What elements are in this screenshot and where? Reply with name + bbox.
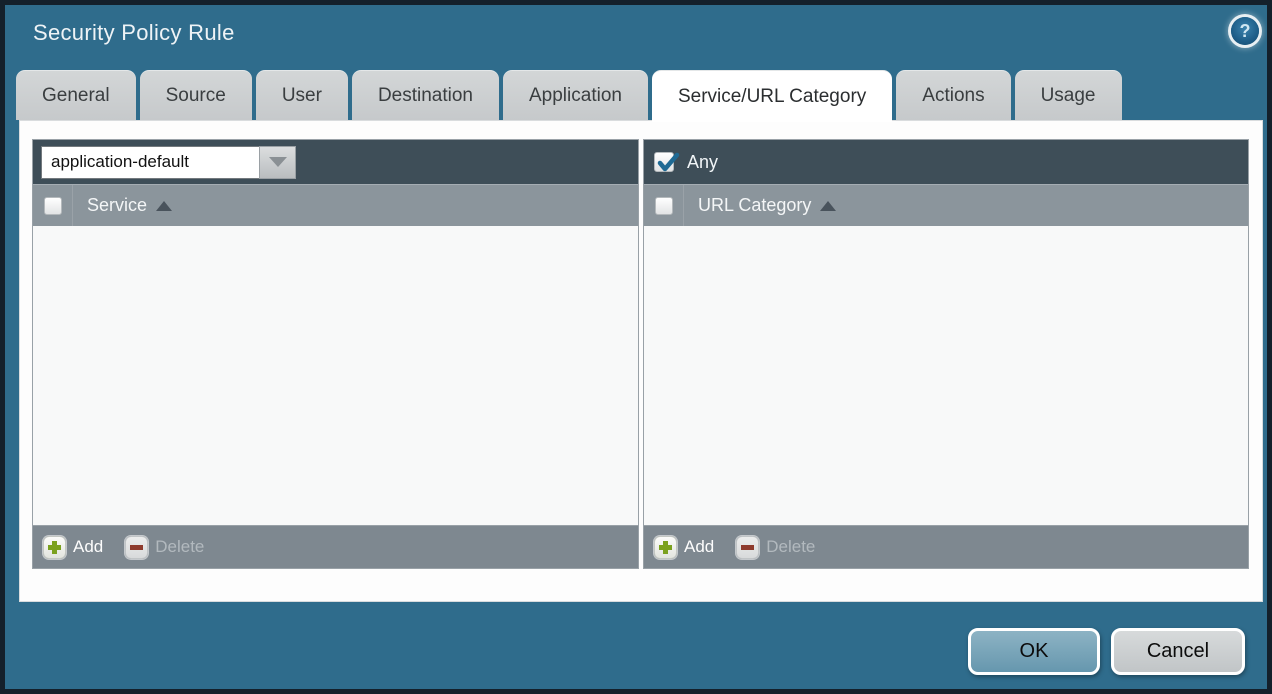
minus-icon xyxy=(125,536,148,559)
url-category-delete-button[interactable]: Delete xyxy=(736,536,815,559)
tab-bar: General Source User Destination Applicat… xyxy=(16,70,1122,120)
minus-icon xyxy=(736,536,759,559)
service-type-dropdown-button[interactable] xyxy=(259,146,296,179)
tab-label: Usage xyxy=(1041,85,1096,107)
tab-content-service-url-category: Service Add Delete xyxy=(19,120,1263,602)
add-label: Add xyxy=(684,537,714,557)
chevron-down-icon xyxy=(269,157,287,167)
sort-ascending-icon xyxy=(820,201,836,211)
delete-label: Delete xyxy=(155,537,204,557)
service-list[interactable] xyxy=(33,226,638,525)
tab-actions[interactable]: Actions xyxy=(896,70,1010,120)
service-delete-button[interactable]: Delete xyxy=(125,536,204,559)
url-category-add-button[interactable]: Add xyxy=(654,536,714,559)
tab-label: Destination xyxy=(378,85,473,107)
any-checkbox[interactable] xyxy=(654,152,674,172)
tab-service-url-category[interactable]: Service/URL Category xyxy=(652,70,892,122)
service-panel-footer: Add Delete xyxy=(33,525,638,568)
add-label: Add xyxy=(73,537,103,557)
tab-general[interactable]: General xyxy=(16,70,136,120)
service-type-dropdown xyxy=(41,146,296,179)
url-category-select-all-cell xyxy=(644,185,684,226)
plus-icon xyxy=(43,536,66,559)
any-label: Any xyxy=(687,152,718,173)
tab-label: General xyxy=(42,85,110,107)
service-panel-header xyxy=(33,140,638,184)
url-category-panel: Any URL Category Add xyxy=(643,139,1249,569)
help-icon-glyph: ? xyxy=(1240,21,1251,42)
tab-usage[interactable]: Usage xyxy=(1015,70,1122,120)
help-icon[interactable]: ? xyxy=(1231,17,1259,45)
tab-source[interactable]: Source xyxy=(140,70,252,120)
tab-destination[interactable]: Destination xyxy=(352,70,499,120)
tab-label: Source xyxy=(166,85,226,107)
service-column-header[interactable]: Service xyxy=(73,185,172,226)
service-column-header-row: Service xyxy=(33,184,638,226)
plus-icon xyxy=(654,536,677,559)
dialog-title: Security Policy Rule xyxy=(33,20,235,46)
checkmark-icon xyxy=(656,152,680,176)
any-row: Any xyxy=(654,152,718,173)
url-category-list[interactable] xyxy=(644,226,1248,525)
tab-label: Application xyxy=(529,85,622,107)
service-column-label: Service xyxy=(87,195,147,216)
url-category-column-header[interactable]: URL Category xyxy=(684,185,836,226)
url-category-panel-footer: Add Delete xyxy=(644,525,1248,568)
service-panel: Service Add Delete xyxy=(32,139,639,569)
service-select-all-checkbox[interactable] xyxy=(44,197,62,215)
url-category-column-header-row: URL Category xyxy=(644,184,1248,226)
tab-label: User xyxy=(282,85,322,107)
url-category-column-label: URL Category xyxy=(698,195,811,216)
cancel-button[interactable]: Cancel xyxy=(1111,628,1245,675)
ok-button[interactable]: OK xyxy=(968,628,1100,675)
service-type-input[interactable] xyxy=(41,146,259,179)
tab-label: Actions xyxy=(922,85,984,107)
url-category-select-all-checkbox[interactable] xyxy=(655,197,673,215)
url-category-panel-header: Any xyxy=(644,140,1248,184)
tab-application[interactable]: Application xyxy=(503,70,648,120)
service-add-button[interactable]: Add xyxy=(43,536,103,559)
tab-user[interactable]: User xyxy=(256,70,348,120)
sort-ascending-icon xyxy=(156,201,172,211)
service-select-all-cell xyxy=(33,185,73,226)
tab-label: Service/URL Category xyxy=(678,86,866,108)
security-policy-rule-dialog: Security Policy Rule ? General Source Us… xyxy=(0,0,1272,694)
delete-label: Delete xyxy=(766,537,815,557)
